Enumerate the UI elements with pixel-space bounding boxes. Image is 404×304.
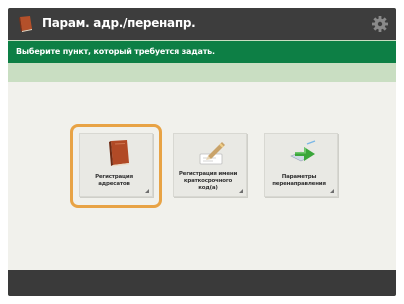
- tile-label: Регистрация адресатов: [95, 174, 133, 187]
- gear-icon[interactable]: [370, 14, 390, 34]
- more-indicator-icon: [145, 189, 149, 193]
- bottom-bar: [8, 270, 396, 296]
- page-title: Парам. адр./перенапр.: [42, 16, 196, 30]
- pen-edit-icon: [199, 142, 225, 165]
- book-icon: [19, 16, 32, 32]
- screen: Парам. адр./перенапр. Выберите пункт, ко…: [8, 8, 396, 296]
- instruction-text: Выберите пункт, который требуется задать…: [8, 41, 396, 63]
- forward-arrow-icon: [290, 140, 316, 162]
- tile-forwarding-settings[interactable]: Параметры перенаправления: [264, 133, 338, 197]
- more-indicator-icon: [330, 189, 334, 193]
- tile-register-destinations[interactable]: Регистрация адресатов: [79, 133, 153, 197]
- title-bar: Парам. адр./перенапр.: [8, 8, 396, 40]
- tile-register-short-code[interactable]: Регистрация имени краткосрочного код(а): [173, 133, 247, 197]
- tile-label: Параметры перенаправления: [272, 174, 326, 187]
- more-indicator-icon: [239, 189, 243, 193]
- tile-label: Регистрация имени краткосрочного код(а): [178, 170, 238, 191]
- address-book-icon: [109, 140, 129, 167]
